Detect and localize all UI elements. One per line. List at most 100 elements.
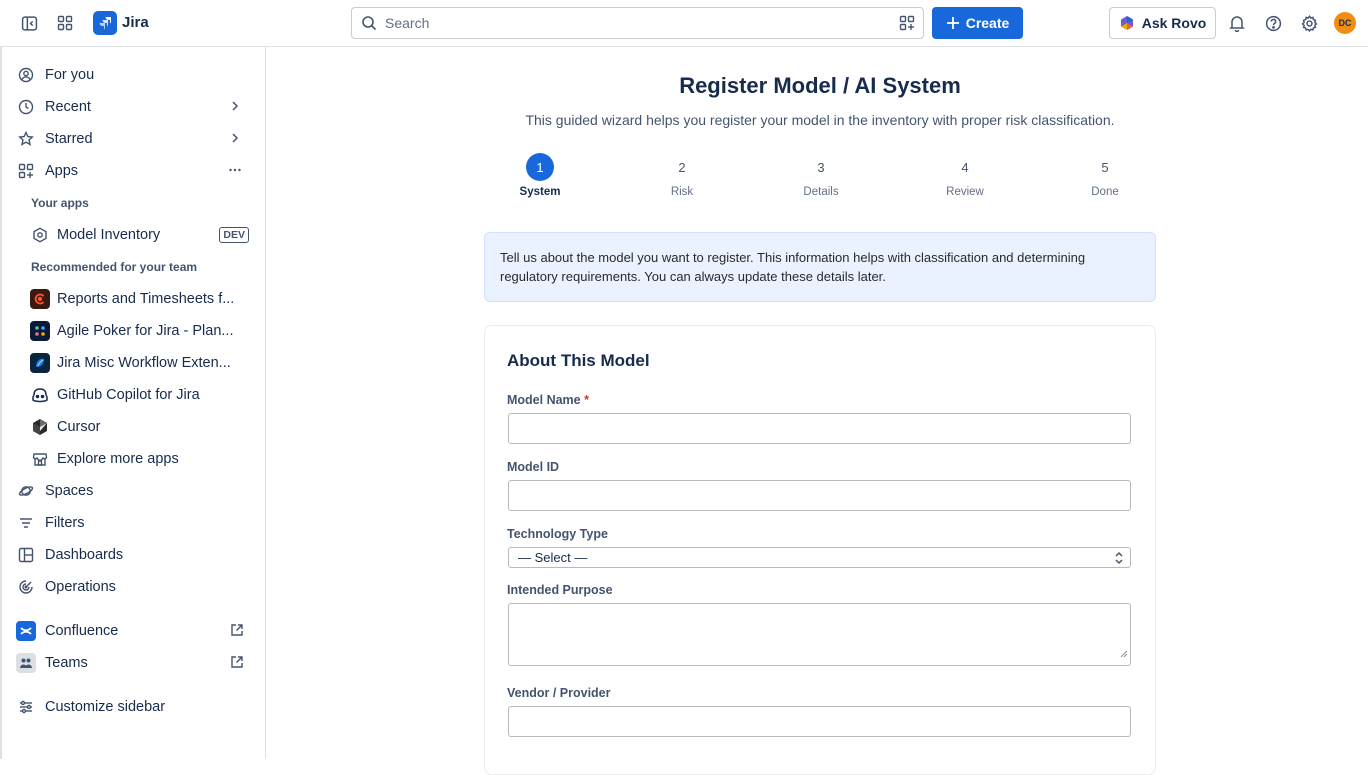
sidebar-item-label: Operations [45, 579, 116, 595]
sidebar-item-operations[interactable]: Operations [16, 573, 256, 601]
sidebar-toggle-icon[interactable] [18, 12, 40, 34]
sidebar-item-label: Teams [45, 655, 88, 671]
hexagon-icon [30, 225, 50, 245]
sidebar-item-label: Model Inventory [57, 227, 161, 243]
info-message: Tell us about the model you want to regi… [484, 232, 1156, 302]
settings-gear-icon[interactable] [1298, 12, 1320, 34]
sidebar-item-label: Apps [45, 163, 79, 179]
agile-poker-logo-icon [30, 321, 50, 341]
jmwe-logo-icon [30, 353, 50, 373]
model-name-label: Model Name * [507, 393, 589, 407]
vendor-provider-label: Vendor / Provider [507, 686, 611, 700]
sidebar-item-confluence[interactable]: Confluence [16, 617, 256, 645]
star-icon [16, 129, 36, 149]
sidebar-item-reports-timesheets[interactable]: Reports and Timesheets f... [30, 285, 256, 313]
customize-sliders-icon [16, 697, 36, 717]
cursor-logo-icon [30, 417, 50, 437]
wizard-step-5[interactable]: 5 Done [1075, 153, 1135, 199]
select-value: — Select — [518, 550, 588, 565]
step-number: 4 [961, 159, 969, 175]
step-label: Done [1091, 186, 1119, 198]
sidebar-item-customize[interactable]: Customize sidebar [16, 693, 256, 721]
sidebar-item-for-you[interactable]: For you [16, 61, 256, 89]
create-button[interactable]: Create [932, 7, 1023, 39]
external-link-icon[interactable] [230, 623, 244, 642]
recommended-heading: Recommended for your team [31, 260, 198, 274]
filter-lines-icon [16, 513, 36, 533]
sidebar-item-label: Filters [45, 515, 85, 531]
resize-grip-icon[interactable] [1120, 645, 1128, 663]
sidebar-item-dashboards[interactable]: Dashboards [16, 541, 256, 569]
wizard-step-1[interactable]: 1 System [510, 153, 570, 198]
sidebar-item-cursor[interactable]: Cursor [30, 413, 256, 441]
sidebar-item-label: Customize sidebar [45, 699, 166, 715]
search-placeholder: Search [385, 15, 430, 31]
search-icon [361, 15, 377, 36]
step-number: 3 [817, 159, 825, 175]
required-asterisk: * [584, 393, 589, 407]
app-name[interactable]: Jira [122, 14, 149, 31]
page-title: Register Model / AI System [679, 73, 961, 98]
sidebar-item-filters[interactable]: Filters [16, 509, 256, 537]
sidebar-item-label: Cursor [57, 419, 101, 435]
chevron-right-icon[interactable] [228, 99, 242, 118]
sidebar-item-github-copilot[interactable]: GitHub Copilot for Jira [30, 381, 256, 409]
sidebar-item-teams[interactable]: Teams [16, 649, 256, 677]
model-id-input[interactable] [508, 480, 1131, 511]
marketplace-store-icon [30, 449, 50, 469]
clock-icon [16, 97, 36, 117]
create-label: Create [965, 15, 1010, 31]
jira-logo-icon[interactable] [93, 11, 117, 35]
apps-grid-icon [16, 161, 36, 181]
sidebar-item-label: Dashboards [45, 547, 124, 563]
sidebar-item-label: Starred [45, 131, 93, 147]
sidebar-item-model-inventory[interactable]: Model Inventory DEV [30, 221, 256, 249]
technology-type-label: Technology Type [507, 527, 608, 541]
technology-type-select[interactable]: — Select — [508, 547, 1131, 568]
sidebar-item-label: Recent [45, 99, 91, 115]
user-circle-icon [16, 65, 36, 85]
your-apps-heading: Your apps [31, 196, 89, 210]
sidebar-item-apps[interactable]: Apps [16, 157, 256, 185]
vendor-provider-input[interactable] [508, 706, 1131, 737]
search-input[interactable]: Search [351, 7, 924, 39]
notifications-bell-icon[interactable] [1226, 12, 1248, 34]
sidebar-item-spaces[interactable]: Spaces [16, 477, 256, 505]
intended-purpose-textarea[interactable] [508, 603, 1131, 666]
wizard-step-2[interactable]: 2 Risk [652, 153, 712, 199]
wizard-step-4[interactable]: 4 Review [935, 153, 995, 199]
top-navigation-bar: Jira Search Create Ask Rovo DC [0, 0, 1368, 47]
more-options-icon[interactable] [228, 163, 242, 182]
reports-timesheets-logo-icon [30, 289, 50, 309]
app-switcher-icon[interactable] [54, 12, 76, 34]
sidebar-item-agile-poker[interactable]: Agile Poker for Jira - Plan... [30, 317, 256, 345]
card-title: About This Model [507, 351, 650, 370]
ask-rovo-button[interactable]: Ask Rovo [1109, 7, 1216, 39]
wizard-step-3[interactable]: 3 Details [791, 153, 851, 199]
search-filter-icon[interactable] [899, 15, 915, 36]
sidebar-item-label: Confluence [45, 623, 119, 639]
sidebar-item-label: Explore more apps [57, 451, 179, 467]
step-label: System [519, 186, 561, 198]
sidebar-item-recent[interactable]: Recent [16, 93, 256, 121]
chevron-right-icon[interactable] [228, 131, 242, 150]
sidebar-item-starred[interactable]: Starred [16, 125, 256, 153]
sidebar-item-explore-apps[interactable]: Explore more apps [30, 445, 256, 473]
page-subtitle: This guided wizard helps you register yo… [525, 112, 1115, 128]
select-arrows-icon [1114, 551, 1124, 568]
sidebar-item-jira-misc-workflow[interactable]: Jira Misc Workflow Exten... [30, 349, 256, 377]
dev-badge: DEV [219, 227, 249, 243]
model-name-input[interactable] [508, 413, 1131, 444]
sidebar-item-label: Jira Misc Workflow Exten... [57, 355, 231, 371]
rovo-icon [1120, 16, 1133, 30]
external-link-icon[interactable] [230, 655, 244, 674]
planet-icon [16, 481, 36, 501]
intended-purpose-label: Intended Purpose [507, 583, 613, 597]
sidebar-item-label: Agile Poker for Jira - Plan... [57, 323, 234, 339]
sidebar-edge [0, 47, 2, 759]
user-avatar[interactable]: DC [1334, 12, 1356, 34]
github-copilot-logo-icon [30, 385, 50, 405]
sidebar-item-label: GitHub Copilot for Jira [57, 387, 200, 403]
sidebar-item-label: Reports and Timesheets f... [57, 291, 235, 307]
help-icon[interactable] [1262, 12, 1284, 34]
